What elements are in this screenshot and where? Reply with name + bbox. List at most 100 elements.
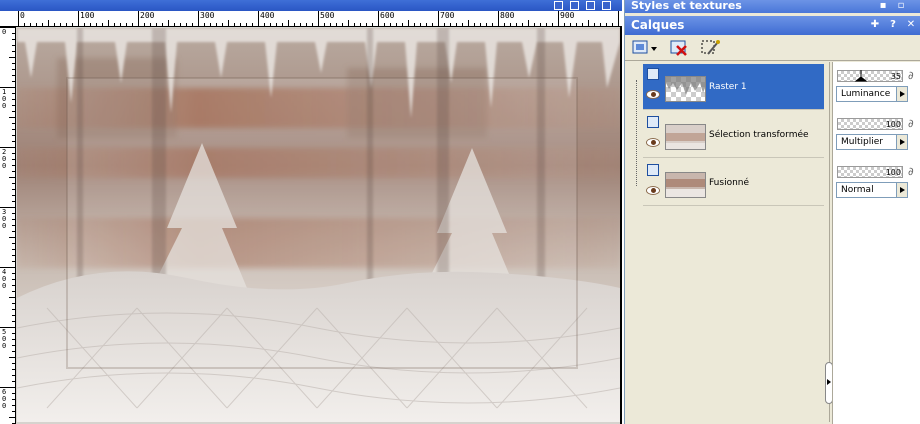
ruler-tick — [582, 23, 583, 26]
ruler-tick — [612, 23, 613, 26]
ruler-tick — [12, 249, 15, 250]
ruler-label: 0 — [20, 11, 25, 20]
layers-palette-title: Calques — [631, 18, 685, 32]
layers-toolbar — [625, 35, 920, 61]
ruler-tick — [168, 20, 169, 26]
ruler-tick — [390, 23, 391, 26]
ruler-tick — [114, 23, 115, 26]
layer-row-fusionne[interactable]: Fusionné — [643, 160, 824, 206]
ruler-label: 500 — [2, 328, 7, 350]
ruler-tick — [12, 411, 15, 412]
dropdown-arrow-icon[interactable] — [896, 182, 908, 198]
mask-button[interactable] — [699, 38, 721, 58]
document-titlebar — [0, 0, 622, 11]
layer-row-selection-transformee[interactable]: Sélection transformée — [643, 112, 824, 158]
ruler-tick — [12, 261, 15, 262]
ruler-tick — [414, 23, 415, 26]
visibility-eye-icon[interactable] — [646, 138, 660, 147]
ruler-tick — [426, 23, 427, 26]
ruler-tick — [30, 23, 31, 26]
winter-forest-image — [17, 28, 620, 422]
link-icon[interactable]: ∂ — [908, 117, 920, 131]
ruler-label: 300 — [200, 11, 215, 20]
visibility-eye-icon[interactable] — [646, 186, 660, 195]
ruler-tick — [510, 23, 511, 26]
ruler-tick — [492, 23, 493, 26]
link-icon[interactable]: ∂ — [908, 69, 920, 83]
ruler-tick — [570, 23, 571, 26]
ruler-tick — [12, 399, 15, 400]
ruler-tick — [60, 23, 61, 26]
help-icon[interactable]: ? — [887, 19, 899, 31]
layer-name[interactable]: Raster 1 — [709, 82, 747, 92]
ruler-tick — [180, 23, 181, 26]
close-palette-icon[interactable]: ▫ — [895, 0, 907, 12]
restore-icon-2[interactable] — [586, 1, 595, 10]
styles-palette-title[interactable]: Styles et textures — [625, 0, 920, 13]
pin-icon[interactable]: ▪ — [877, 0, 889, 12]
ruler-tick — [12, 99, 15, 100]
ruler-tick — [342, 23, 343, 26]
ruler-tick — [138, 11, 139, 26]
ruler-tick — [12, 351, 15, 352]
ruler-tick — [12, 309, 15, 310]
layers-list: Raster 1 Sélection transformée Fusionné — [629, 62, 833, 422]
ruler-tick — [336, 23, 337, 26]
image-canvas[interactable] — [17, 28, 620, 422]
ruler-label: 200 — [2, 148, 7, 170]
opacity-slider[interactable]: 100 — [837, 166, 903, 178]
link-icon[interactable]: ∂ — [908, 165, 920, 179]
ruler-label: 300 — [2, 208, 7, 230]
raster-layer-icon — [647, 68, 659, 80]
ruler-tick — [42, 23, 43, 26]
opacity-slider[interactable]: 100 — [837, 118, 903, 130]
dropdown-arrow-icon[interactable] — [896, 86, 908, 102]
ruler-tick — [12, 243, 15, 244]
ruler-tick — [366, 23, 367, 26]
dropdown-arrow-icon[interactable] — [896, 134, 908, 150]
ruler-tick — [396, 23, 397, 26]
layer-name[interactable]: Fusionné — [709, 178, 749, 188]
ruler-tick — [78, 11, 79, 26]
new-layer-button[interactable] — [631, 38, 659, 58]
ruler-tick — [12, 159, 15, 160]
ruler-tick — [306, 23, 307, 26]
ruler-tick — [12, 285, 15, 286]
image-workspace: 0 100 200 300 400 500 600 700 800 900 0 100 200 300 4… — [0, 0, 622, 424]
ruler-tick — [12, 273, 15, 274]
pin-icon[interactable]: ✚ — [869, 19, 881, 31]
raster-layer-icon — [647, 116, 659, 128]
ruler-tick — [516, 23, 517, 26]
restore-icon[interactable] — [570, 1, 579, 10]
delete-layer-button[interactable] — [669, 38, 689, 58]
ruler-tick — [420, 23, 421, 26]
ruler-tick — [126, 23, 127, 26]
close-palette-icon[interactable]: ✕ — [905, 19, 917, 31]
ruler-tick — [144, 23, 145, 26]
selection-mask-icon — [701, 40, 720, 55]
layer-row-raster-1[interactable]: Raster 1 — [643, 64, 824, 110]
ruler-tick — [9, 417, 15, 418]
ruler-tick — [198, 11, 199, 26]
minimize-icon[interactable] — [554, 1, 563, 10]
layer-name[interactable]: Sélection transformée — [709, 130, 809, 140]
ruler-tick — [12, 129, 15, 130]
ruler-tick — [9, 57, 15, 58]
ruler-tick — [204, 23, 205, 26]
ruler-tick — [174, 23, 175, 26]
ruler-tick — [354, 23, 355, 26]
ruler-tick — [12, 45, 15, 46]
ruler-tick — [132, 23, 133, 26]
ruler-tick — [12, 123, 15, 124]
close-icon[interactable] — [602, 1, 611, 10]
ruler-tick — [588, 20, 589, 26]
ruler-tick — [12, 225, 15, 226]
layer-props-selection-transformee: 100 ∂ Multiplier — [835, 116, 920, 162]
opacity-slider[interactable]: 35 — [837, 70, 903, 82]
ruler-tick — [12, 81, 15, 82]
ruler-tick — [90, 23, 91, 26]
visibility-eye-icon[interactable] — [646, 90, 660, 99]
ruler-tick — [432, 23, 433, 26]
ruler-tick — [12, 369, 15, 370]
ruler-tick — [12, 153, 15, 154]
